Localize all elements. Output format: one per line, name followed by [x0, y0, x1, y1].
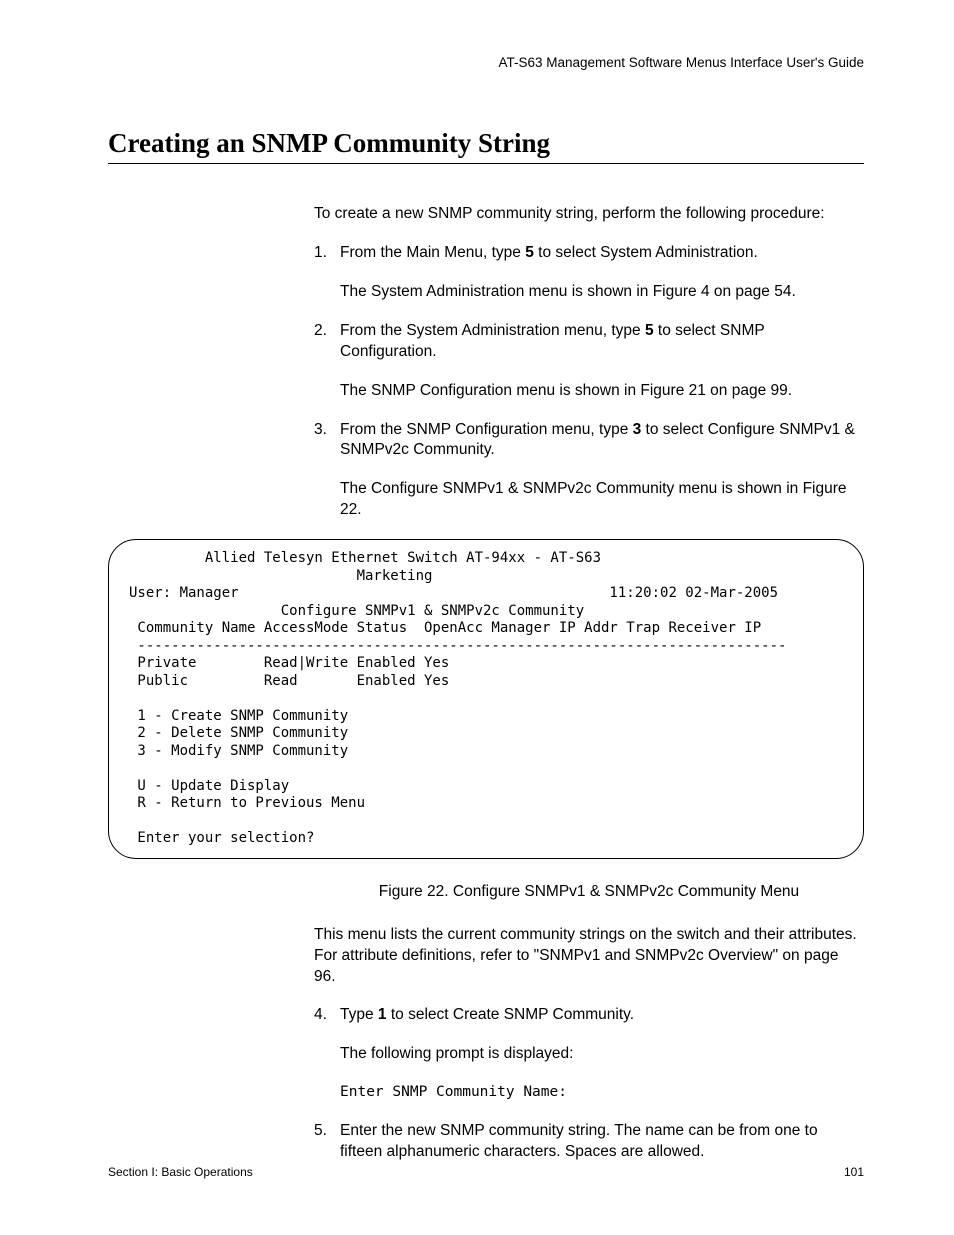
step-number: 2.: [314, 321, 340, 363]
step-text: Enter the new SNMP community string. The…: [340, 1121, 864, 1163]
terminal-line: Community Name AccessMode Status OpenAcc…: [129, 620, 761, 636]
step-1-note: The System Administration menu is shown …: [340, 282, 864, 303]
terminal-line: Marketing: [129, 568, 432, 584]
figure-caption: Figure 22. Configure SNMPv1 & SNMPv2c Co…: [314, 883, 864, 901]
step-text: Type 1 to select Create SNMP Community.: [340, 1005, 864, 1026]
text-fragment: From the SNMP Configuration menu, type: [340, 421, 633, 438]
key-5: 5: [645, 322, 654, 339]
after-figure-paragraph: This menu lists the current community st…: [314, 925, 864, 988]
text-fragment: From the System Administration menu, typ…: [340, 322, 645, 339]
step-2-note: The SNMP Configuration menu is shown in …: [340, 381, 864, 402]
terminal-line: R - Return to Previous Menu: [129, 795, 365, 811]
page-header: AT-S63 Management Software Menus Interfa…: [108, 55, 864, 70]
terminal-line: Private Read|Write Enabled Yes: [129, 655, 449, 671]
text-fragment: to select System Administration.: [534, 244, 758, 261]
terminal-screen: Allied Telesyn Ethernet Switch AT-94xx -…: [108, 539, 864, 859]
terminal-line: 2 - Delete SNMP Community: [129, 725, 348, 741]
terminal-line: Enter your selection?: [129, 830, 314, 846]
text-fragment: From the Main Menu, type: [340, 244, 525, 261]
step-3: 3. From the SNMP Configuration menu, typ…: [314, 420, 864, 462]
step-text: From the System Administration menu, typ…: [340, 321, 864, 363]
step-3-note: The Configure SNMPv1 & SNMPv2c Community…: [340, 479, 864, 521]
text-fragment: Type: [340, 1006, 378, 1023]
footer-page-number: 101: [844, 1165, 864, 1179]
step-2: 2. From the System Administration menu, …: [314, 321, 864, 363]
step-4: 4. Type 1 to select Create SNMP Communit…: [314, 1005, 864, 1026]
key-1: 1: [378, 1006, 387, 1023]
terminal-line: Allied Telesyn Ethernet Switch AT-94xx -…: [129, 550, 601, 566]
step-text: From the SNMP Configuration menu, type 3…: [340, 420, 864, 462]
step-number: 5.: [314, 1121, 340, 1163]
step-number: 4.: [314, 1005, 340, 1026]
terminal-line: 1 - Create SNMP Community: [129, 708, 348, 724]
step-text: From the Main Menu, type 5 to select Sys…: [340, 243, 864, 264]
terminal-line: User: Manager 11:20:02 02-Mar-2005: [129, 585, 778, 601]
step-4-prompt: Enter SNMP Community Name:: [340, 1083, 864, 1103]
terminal-line: Public Read Enabled Yes: [129, 673, 449, 689]
terminal-line: 3 - Modify SNMP Community: [129, 743, 348, 759]
terminal-line: Configure SNMPv1 & SNMPv2c Community: [129, 603, 584, 619]
step-number: 3.: [314, 420, 340, 462]
text-fragment: to select Create SNMP Community.: [387, 1006, 635, 1023]
footer-section: Section I: Basic Operations: [108, 1165, 253, 1179]
terminal-line: ----------------------------------------…: [129, 638, 786, 654]
terminal-line: U - Update Display: [129, 778, 289, 794]
key-5: 5: [525, 244, 534, 261]
step-1: 1. From the Main Menu, type 5 to select …: [314, 243, 864, 264]
intro-paragraph: To create a new SNMP community string, p…: [314, 204, 864, 225]
key-3: 3: [633, 421, 642, 438]
page-footer: Section I: Basic Operations 101: [108, 1165, 864, 1179]
step-number: 1.: [314, 243, 340, 264]
step-5: 5. Enter the new SNMP community string. …: [314, 1121, 864, 1163]
section-heading: Creating an SNMP Community String: [108, 128, 864, 164]
step-4-note: The following prompt is displayed:: [340, 1044, 864, 1065]
